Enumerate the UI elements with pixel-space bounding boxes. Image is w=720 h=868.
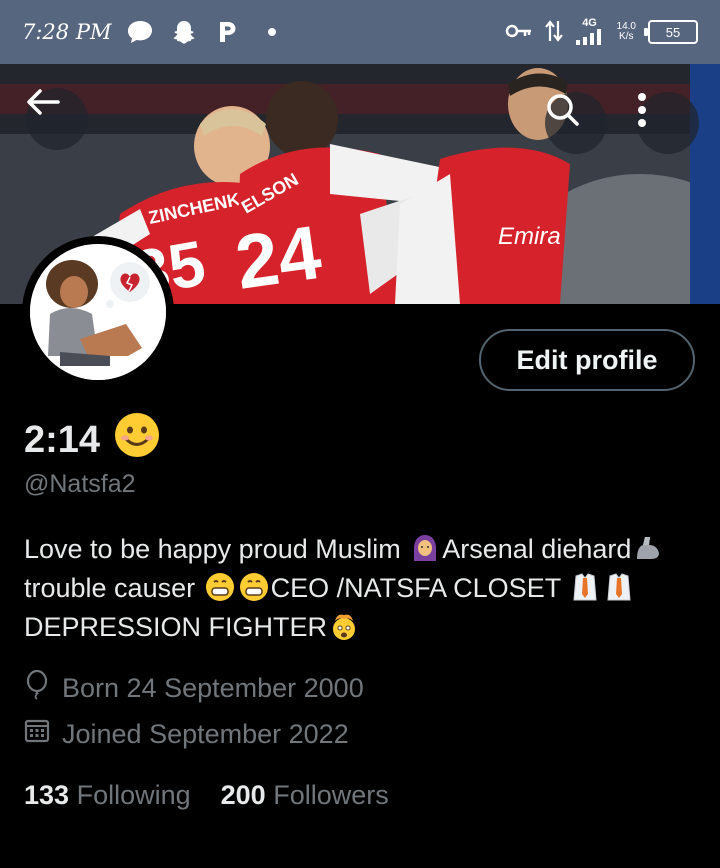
search-button[interactable] bbox=[545, 92, 607, 154]
back-button[interactable] bbox=[26, 88, 88, 150]
display-name: 2:14 bbox=[24, 412, 160, 468]
display-name-text: 2:14 bbox=[24, 418, 101, 461]
banner-sponsor: Emira bbox=[498, 223, 561, 250]
status-bar: 7:28 PM 4G 14.0 K/s 55 bbox=[0, 0, 720, 64]
smiling-face-emoji-icon bbox=[114, 412, 160, 468]
banner-jersey-number-2: 24 bbox=[231, 210, 327, 304]
shirt-tie-emoji-icon-2 bbox=[604, 572, 634, 602]
data-arrows-icon bbox=[544, 19, 563, 46]
profile-bio: Love to be happy proud Muslim Arsenal di… bbox=[24, 530, 704, 647]
avatar-illustration bbox=[30, 244, 166, 380]
grinning-emoji-icon-1 bbox=[205, 572, 235, 602]
woman-headscarf-emoji-icon bbox=[410, 533, 440, 563]
followers-link[interactable]: 200 Followers bbox=[221, 780, 389, 811]
flexed-biceps-emoji-icon bbox=[633, 533, 663, 563]
follow-counts: 133 Following 200 Followers bbox=[24, 780, 389, 811]
following-link[interactable]: 133 Following bbox=[24, 780, 191, 811]
dot-icon bbox=[257, 18, 287, 46]
joined-text: Joined September 2022 bbox=[62, 719, 349, 749]
calendar-icon bbox=[24, 718, 50, 751]
chat-icon bbox=[125, 18, 155, 46]
more-options-button[interactable] bbox=[637, 92, 699, 154]
following-count: 133 bbox=[24, 780, 70, 810]
avatar[interactable] bbox=[22, 236, 174, 388]
birthday-row: Born 24 September 2000 bbox=[24, 669, 364, 707]
followers-label: Followers bbox=[273, 780, 389, 810]
user-handle: @Natsfa2 bbox=[24, 470, 136, 498]
balloon-icon bbox=[24, 669, 50, 707]
exploding-head-emoji-icon bbox=[329, 611, 359, 641]
network-type: 4G bbox=[582, 16, 597, 29]
status-time: 7:28 PM bbox=[22, 20, 112, 44]
following-label: Following bbox=[76, 780, 191, 810]
key-icon bbox=[505, 23, 533, 42]
snapchat-icon bbox=[169, 18, 199, 46]
p-app-icon bbox=[213, 18, 243, 46]
battery-icon: 55 bbox=[644, 20, 698, 44]
shirt-tie-emoji-icon-1 bbox=[570, 572, 600, 602]
net-speed: 14.0 K/s bbox=[616, 21, 636, 42]
birthday-text: Born 24 September 2000 bbox=[62, 673, 364, 703]
signal-icon bbox=[575, 28, 605, 48]
edit-profile-button[interactable]: Edit profile bbox=[479, 329, 695, 391]
joined-row: Joined September 2022 bbox=[24, 718, 349, 751]
grinning-emoji-icon-2 bbox=[239, 572, 269, 602]
followers-count: 200 bbox=[220, 780, 266, 810]
